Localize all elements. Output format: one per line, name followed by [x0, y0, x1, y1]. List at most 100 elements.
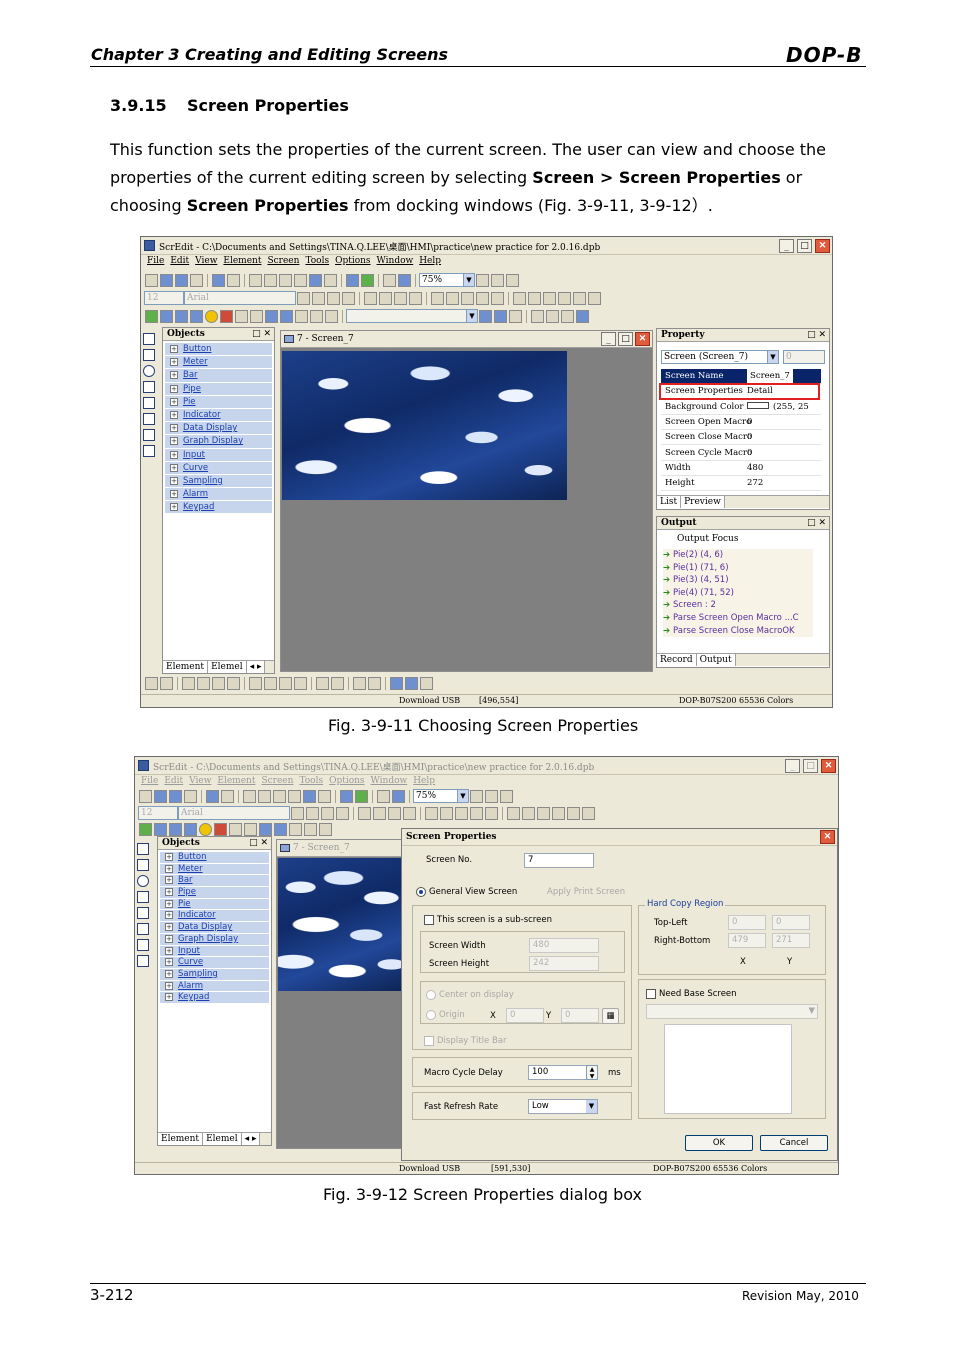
import-icon[interactable] — [190, 274, 203, 287]
expand-icon[interactable]: + — [170, 384, 178, 393]
paste-icon[interactable] — [273, 790, 286, 803]
import-icon[interactable] — [184, 790, 197, 803]
ok-button[interactable]: OK — [685, 1135, 753, 1151]
preview-icon[interactable] — [398, 274, 411, 287]
expand-icon[interactable]: + — [170, 450, 178, 459]
tab-output[interactable]: Output — [696, 654, 736, 666]
table-icon[interactable] — [137, 955, 149, 967]
align-top-icon[interactable] — [455, 807, 468, 820]
font-combo[interactable]: Arial — [178, 806, 290, 820]
stop-icon[interactable] — [546, 310, 559, 323]
sub-screen-checkbox[interactable] — [424, 915, 434, 925]
text-icon[interactable] — [342, 292, 355, 305]
menu-options[interactable]: Options — [335, 256, 370, 266]
property-row[interactable]: Screen Name Screen_7 — [661, 369, 821, 385]
screen-open-icon[interactable] — [355, 790, 368, 803]
tab-scroll-icon[interactable]: ◂ ▸ — [241, 1133, 261, 1145]
align-left-icon[interactable] — [291, 807, 304, 820]
list-item[interactable]: + Indicator — [165, 408, 272, 423]
print-icon[interactable] — [377, 790, 390, 803]
menu-tools[interactable]: Tools — [299, 776, 323, 786]
move-icon[interactable] — [294, 677, 307, 690]
copy-icon[interactable] — [258, 790, 271, 803]
zoom-in-icon[interactable] — [476, 274, 489, 287]
align-right-icon[interactable] — [321, 807, 334, 820]
menu-edit[interactable]: Edit — [164, 776, 183, 786]
meter-element-icon[interactable] — [160, 310, 173, 323]
tab-record[interactable]: Record — [657, 654, 697, 666]
sim-icon[interactable] — [561, 310, 574, 323]
expand-icon[interactable]: + — [170, 503, 178, 512]
curve-element-icon[interactable] — [280, 310, 293, 323]
pie-element-icon[interactable] — [205, 310, 218, 323]
list-item[interactable]: + Button — [165, 343, 272, 357]
screen-height-field[interactable]: 242 — [529, 956, 599, 971]
origin-x-field[interactable]: 0 — [506, 1008, 544, 1023]
zoom-fit-icon[interactable] — [500, 790, 513, 803]
cut-icon[interactable] — [249, 274, 262, 287]
list-item[interactable]: + Data Display — [165, 422, 272, 436]
expand-icon[interactable]: + — [165, 958, 173, 967]
font-size-combo[interactable]: 12 — [144, 291, 184, 305]
list-item[interactable]: + Pipe — [160, 887, 269, 899]
preview-icon[interactable] — [392, 790, 405, 803]
new-icon[interactable] — [145, 274, 158, 287]
list-item[interactable]: + Pie — [165, 395, 272, 409]
property-row[interactable]: Width 480 — [661, 461, 821, 477]
list-item[interactable]: + Pie — [160, 898, 269, 911]
expand-icon[interactable]: + — [165, 888, 173, 897]
display-element-icon[interactable] — [235, 310, 248, 323]
bold-icon[interactable] — [379, 292, 392, 305]
run-icon[interactable] — [531, 310, 544, 323]
underline-icon[interactable] — [403, 807, 416, 820]
pen-icon[interactable] — [143, 333, 155, 345]
menu-view[interactable]: View — [189, 776, 211, 786]
font-color-icon[interactable] — [364, 292, 377, 305]
top-left-x-field[interactable]: 0 — [728, 915, 766, 930]
find-icon[interactable] — [294, 274, 307, 287]
tab-preview[interactable]: Preview — [681, 496, 725, 508]
menu-file[interactable]: File — [147, 256, 164, 266]
list-item[interactable]: + Curve — [160, 957, 269, 969]
zoom-in-icon[interactable] — [470, 790, 483, 803]
italic-icon[interactable] — [388, 807, 401, 820]
rotate-icon[interactable] — [368, 677, 381, 690]
menu-view[interactable]: View — [195, 256, 217, 266]
screen-prev-icon[interactable] — [479, 310, 492, 323]
download-icon[interactable] — [227, 274, 240, 287]
property-row[interactable]: Height 272 — [661, 476, 821, 492]
tab-element-2[interactable]: Elemel — [203, 1133, 242, 1145]
alarm-element-icon[interactable] — [310, 310, 323, 323]
rectangle-icon[interactable] — [143, 349, 155, 361]
ungroup-icon[interactable] — [522, 807, 535, 820]
panel-close-icon[interactable]: □ ✕ — [252, 328, 271, 340]
doc-close-button[interactable]: ✕ — [635, 332, 650, 346]
expand-icon[interactable]: + — [170, 410, 178, 419]
polygon-icon[interactable] — [143, 381, 155, 393]
save-icon[interactable] — [169, 790, 182, 803]
general-view-radio[interactable] — [416, 887, 426, 897]
property-row[interactable]: Screen Open Macro 0 — [661, 415, 821, 431]
pipe-element-icon[interactable] — [184, 823, 197, 836]
download-icon[interactable] — [221, 790, 234, 803]
save-icon[interactable] — [175, 274, 188, 287]
origin-picker-button[interactable]: ▦ — [602, 1008, 619, 1024]
arc-icon[interactable] — [143, 397, 155, 409]
zoom-combo[interactable]: 75% ▼ — [419, 273, 475, 287]
move-icon[interactable] — [279, 677, 292, 690]
property-row[interactable]: Background Color (255, 25 — [661, 400, 821, 415]
list-item[interactable]: + Bar — [165, 369, 272, 383]
line-color-icon[interactable] — [431, 292, 444, 305]
pie-element-icon[interactable] — [199, 823, 212, 836]
redo-icon[interactable] — [324, 274, 337, 287]
align-right-icon[interactable] — [327, 292, 340, 305]
keypad-element-icon[interactable] — [325, 310, 338, 323]
circle-icon[interactable] — [137, 875, 149, 887]
help-icon[interactable] — [576, 310, 589, 323]
curve-element-icon[interactable] — [274, 823, 287, 836]
polygon-icon[interactable] — [137, 891, 149, 903]
layer-up-icon[interactable] — [543, 292, 556, 305]
align-bottom-icon[interactable] — [470, 807, 483, 820]
tab-list[interactable]: List — [657, 496, 682, 508]
arc-icon[interactable] — [137, 907, 149, 919]
